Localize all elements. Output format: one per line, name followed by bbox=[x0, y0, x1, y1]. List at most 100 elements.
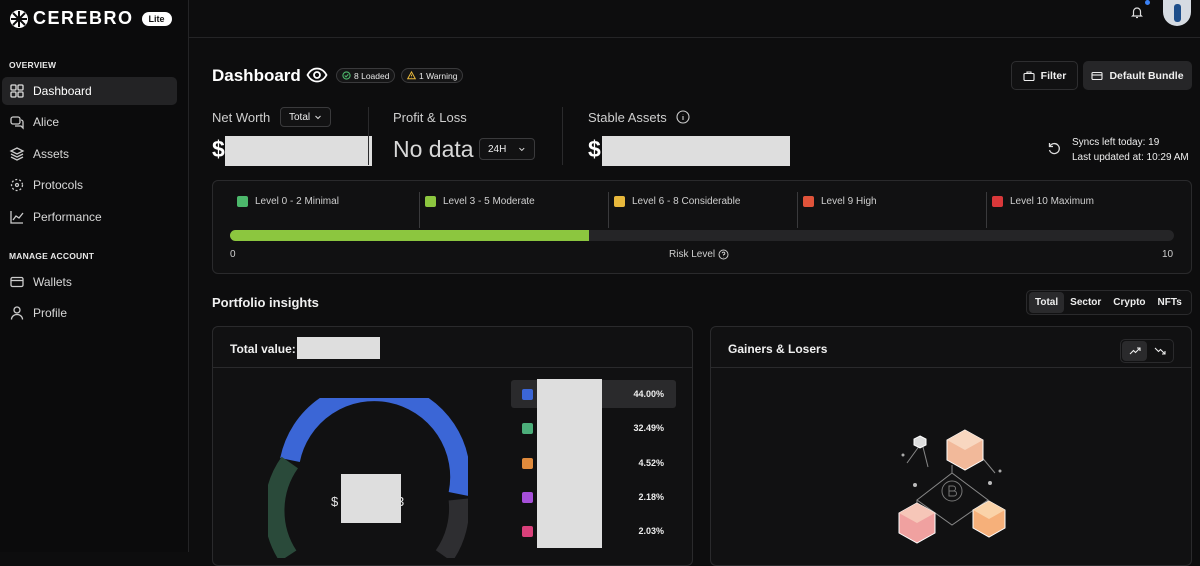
sidebar-item-label: Assets bbox=[33, 147, 70, 161]
level-label: Level 10 Maximum bbox=[1010, 195, 1094, 207]
risk-track bbox=[230, 230, 1174, 241]
risk-level-moderate: Level 3 - 5 Moderate bbox=[425, 194, 535, 208]
filter-label: Filter bbox=[1040, 69, 1067, 82]
sidebar-item-wallets[interactable]: Wallets bbox=[2, 268, 177, 296]
help-icon[interactable] bbox=[718, 249, 729, 260]
level-divider bbox=[986, 192, 987, 228]
protocol-icon bbox=[10, 178, 24, 192]
allocation-swatch bbox=[522, 423, 533, 434]
gainers-losers-title: Gainers & Losers bbox=[728, 342, 828, 356]
level-divider bbox=[419, 192, 420, 228]
bundle-button[interactable]: Default Bundle bbox=[1083, 61, 1192, 90]
net-worth-select[interactable]: Total bbox=[280, 107, 332, 127]
level-label: Level 3 - 5 Moderate bbox=[443, 195, 535, 207]
brain-logo-icon bbox=[10, 9, 28, 28]
chart-line-icon bbox=[10, 211, 24, 224]
donut-segment-3[interactable] bbox=[435, 498, 468, 558]
tab-crypto[interactable]: Crypto bbox=[1107, 292, 1151, 313]
pnl-label: Profit & Loss bbox=[393, 110, 467, 125]
chevron-down-icon bbox=[519, 147, 525, 152]
layers-icon bbox=[9, 147, 25, 161]
card-header: Total value: $ bbox=[213, 327, 692, 368]
notification-dot bbox=[1145, 0, 1150, 5]
allocation-swatch bbox=[522, 526, 533, 537]
insights-tabs: Total Sector Crypto NFTs bbox=[1026, 290, 1192, 315]
divider bbox=[562, 107, 563, 165]
risk-caption-label: Risk Level bbox=[669, 249, 716, 260]
tab-nfts[interactable]: NFTs bbox=[1152, 292, 1188, 313]
level-swatch bbox=[992, 195, 1003, 207]
risk-panel: Level 0 - 2 Minimal Level 3 - 5 Moderate… bbox=[212, 180, 1192, 274]
sidebar-item-dashboard[interactable]: Dashboard bbox=[2, 77, 177, 105]
level-label: Level 6 - 8 Considerable bbox=[632, 195, 741, 207]
card-header: Gainers & Losers bbox=[711, 327, 1191, 368]
level-swatch bbox=[614, 195, 625, 207]
check-circle-icon bbox=[342, 71, 351, 80]
net-worth-select-value: Total bbox=[289, 111, 311, 123]
syncs-left: Syncs left today: 19 bbox=[1072, 137, 1160, 148]
portfolio-insights-title: Portfolio insights bbox=[212, 295, 319, 310]
sidebar-item-profile[interactable]: Profile bbox=[2, 299, 177, 327]
net-worth-redacted bbox=[225, 136, 372, 166]
sync-info: Syncs left today: 19 Last updated at: 10… bbox=[1072, 135, 1189, 165]
plan-badge: Lite bbox=[141, 11, 172, 26]
wallet-icon bbox=[10, 276, 24, 288]
donut-segment-2[interactable] bbox=[268, 456, 299, 558]
trending-down-button[interactable] bbox=[1147, 341, 1172, 361]
filter-button[interactable]: Filter bbox=[1011, 61, 1078, 90]
allocation-swatch bbox=[522, 492, 533, 503]
warning-icon bbox=[407, 71, 416, 80]
allocation-swatch bbox=[522, 458, 533, 469]
sidebar-item-label: Wallets bbox=[33, 275, 72, 289]
last-updated: Last updated at: 10:29 AM bbox=[1072, 152, 1189, 163]
allocation-swatch bbox=[522, 389, 533, 400]
chat-icon bbox=[10, 116, 24, 130]
card-icon bbox=[1091, 71, 1104, 80]
loaded-badge[interactable]: 8 Loaded bbox=[336, 68, 396, 83]
allocation-percent: 44.00% bbox=[633, 389, 664, 399]
donut-center-prefix: $ bbox=[331, 494, 339, 509]
divider bbox=[368, 107, 369, 165]
bell-icon[interactable] bbox=[1130, 5, 1144, 19]
sidebar-item-assets[interactable]: Assets bbox=[2, 140, 177, 168]
tab-sector[interactable]: Sector bbox=[1064, 292, 1107, 313]
sidebar-item-performance[interactable]: Performance bbox=[2, 203, 177, 231]
loaded-badge-label: 8 Loaded bbox=[354, 70, 390, 81]
sidebar-item-label: Alice bbox=[33, 115, 60, 129]
donut-center-redacted bbox=[341, 474, 401, 523]
sidebar-item-label: Protocols bbox=[33, 178, 84, 192]
stable-assets-redacted bbox=[602, 136, 790, 166]
sidebar: CEREBRO Lite OVERVIEW Dashboard Alice As… bbox=[0, 0, 189, 552]
briefcase-icon bbox=[1023, 70, 1035, 81]
empty-state-illustration bbox=[898, 429, 1006, 544]
info-icon[interactable] bbox=[676, 110, 690, 124]
trending-down-icon bbox=[1154, 347, 1166, 355]
sidebar-item-label: Performance bbox=[33, 210, 102, 224]
level-label: Level 9 High bbox=[821, 195, 877, 207]
allocation-percent: 4.52% bbox=[638, 458, 664, 468]
bundle-label: Default Bundle bbox=[1109, 69, 1184, 82]
sidebar-item-alice[interactable]: Alice bbox=[2, 108, 177, 136]
topbar bbox=[189, 0, 1200, 38]
level-swatch bbox=[425, 195, 436, 207]
risk-min: 0 bbox=[230, 249, 236, 260]
page-title: Dashboard bbox=[212, 66, 301, 85]
warning-badge[interactable]: 1 Warning bbox=[401, 68, 464, 83]
eye-icon[interactable] bbox=[306, 66, 328, 84]
brand-name: CEREBRO bbox=[33, 8, 134, 28]
total-value-label: Total value: $ bbox=[230, 342, 306, 356]
level-divider bbox=[608, 192, 609, 228]
trending-up-button[interactable] bbox=[1122, 341, 1147, 361]
user-icon bbox=[10, 306, 24, 320]
logo[interactable]: CEREBRO Lite bbox=[9, 8, 172, 29]
risk-fill bbox=[230, 230, 589, 241]
sidebar-item-protocols[interactable]: Protocols bbox=[2, 171, 177, 199]
allocation-names-redacted bbox=[537, 379, 602, 548]
tab-total[interactable]: Total bbox=[1029, 292, 1065, 313]
net-worth-label: Net Worth bbox=[212, 110, 271, 125]
chevron-down-icon bbox=[315, 115, 321, 120]
risk-max: 10 bbox=[1162, 249, 1174, 260]
pnl-timeframe-select[interactable]: 24H bbox=[479, 138, 535, 160]
level-divider bbox=[797, 192, 798, 228]
refresh-icon[interactable] bbox=[1047, 141, 1062, 156]
